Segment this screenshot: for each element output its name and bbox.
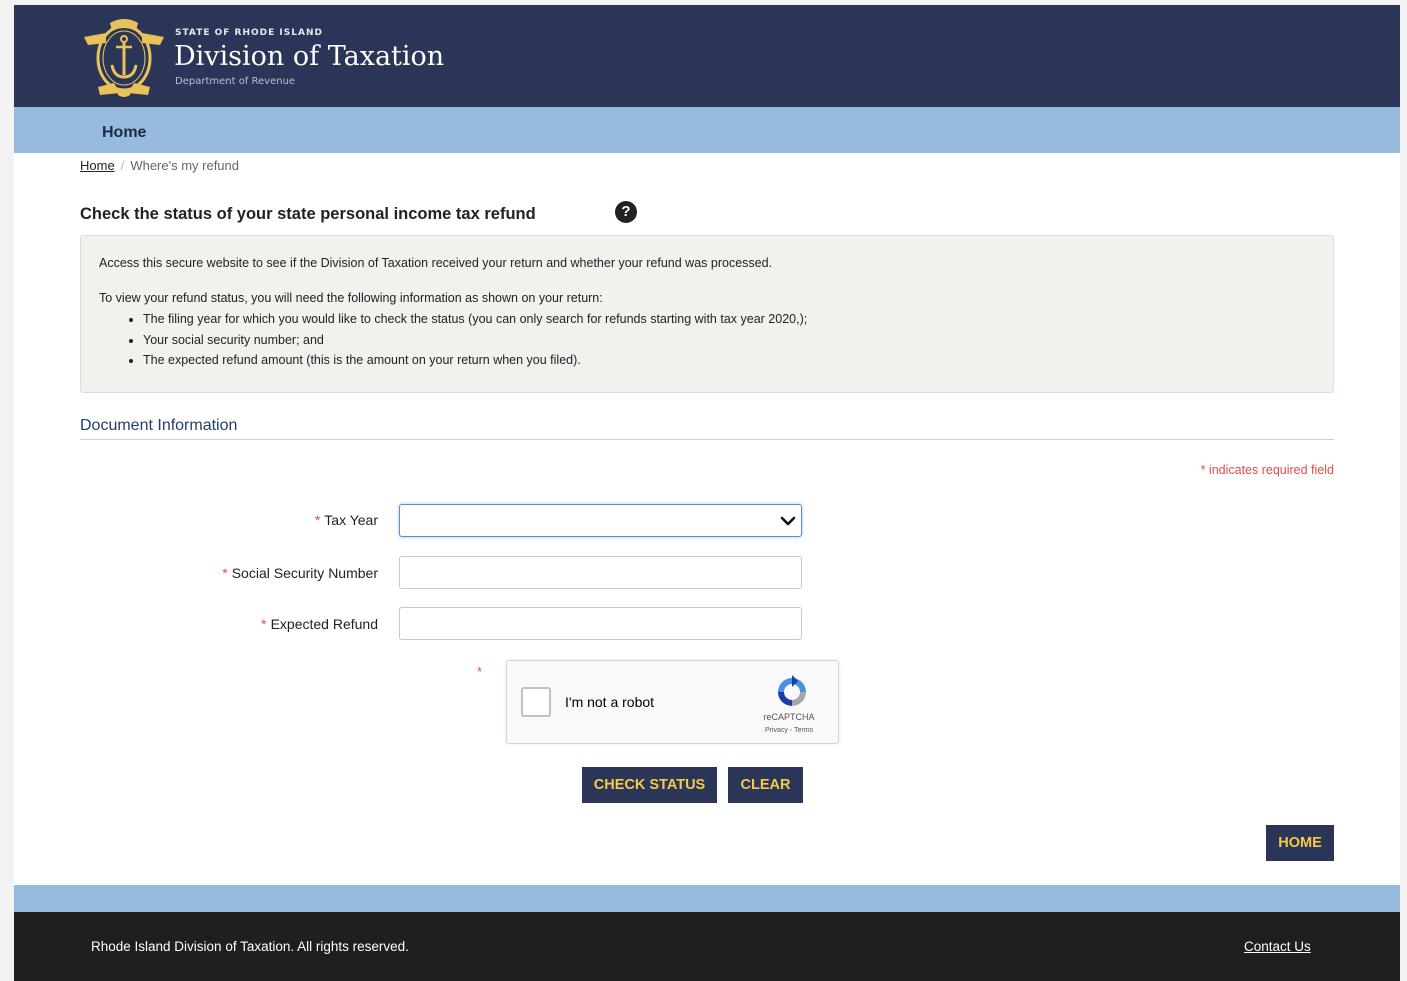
recaptcha-logo-icon (778, 675, 806, 706)
tax-year-label: * Tax Year (78, 512, 378, 528)
info-intro: Access this secure website to see if the… (99, 256, 773, 270)
contact-us-link[interactable]: Contact Us (1244, 939, 1311, 954)
recaptcha-privacy-terms[interactable]: Privacy - Terms (749, 727, 829, 734)
ssn-label: * Social Security Number (78, 565, 378, 581)
check-status-button[interactable]: CHECK STATUS (582, 767, 717, 803)
question-circle-icon[interactable]: ? (615, 201, 637, 223)
tax-year-label-text: Tax Year (324, 512, 378, 528)
footer-copyright: Rhode Island Division of Taxation. All r… (91, 939, 409, 954)
info-box: Access this secure website to see if the… (80, 235, 1334, 393)
required-mark: * (314, 512, 321, 528)
site-header: STATE OF RHODE ISLAND Division of Taxati… (14, 5, 1400, 107)
info-lead: To view your refund status, you will nee… (99, 291, 603, 305)
info-list: The filing year for which you would like… (99, 309, 1315, 371)
site-footer: Rhode Island Division of Taxation. All r… (14, 912, 1400, 981)
breadcrumb-home-link[interactable]: Home (80, 158, 115, 173)
breadcrumb: Home / Where's my refund (80, 158, 239, 173)
captcha-required-mark: * (477, 664, 483, 679)
rhode-island-seal-logo[interactable] (80, 13, 168, 99)
expected-refund-label: * Expected Refund (78, 616, 378, 632)
recaptcha-label: I'm not a robot (565, 694, 655, 710)
tax-year-select[interactable] (399, 504, 802, 537)
required-field-note: * indicates required field (1200, 463, 1334, 477)
section-divider (80, 439, 1334, 440)
clear-button[interactable]: CLEAR (728, 767, 803, 803)
ssn-label-text: Social Security Number (231, 565, 378, 581)
breadcrumb-current: Where's my refund (130, 158, 239, 173)
recaptcha-checkbox[interactable] (521, 687, 551, 717)
breadcrumb-separator: / (120, 158, 125, 173)
page-title: Check the status of your state personal … (80, 205, 536, 223)
recaptcha-brand: reCAPTCHA (763, 712, 815, 722)
ssn-input[interactable] (399, 556, 802, 589)
footer-band (14, 885, 1400, 912)
state-name: STATE OF RHODE ISLAND (175, 28, 323, 38)
required-mark: * (222, 565, 228, 581)
required-mark: * (261, 616, 267, 632)
info-list-item: The filing year for which you would like… (143, 309, 1315, 330)
expected-refund-input[interactable] (399, 607, 802, 640)
division-title: Division of Taxation (174, 41, 445, 72)
department-subtitle: Department of Revenue (175, 76, 296, 87)
page: STATE OF RHODE ISLAND Division of Taxati… (14, 5, 1400, 981)
section-title: Document Information (80, 417, 238, 434)
recaptcha-widget: I'm not a robot reCAPTCHA Privacy - Term… (506, 660, 839, 744)
expected-refund-label-text: Expected Refund (270, 616, 378, 632)
info-list-item: The expected refund amount (this is the … (143, 350, 1315, 371)
nav-home-link[interactable]: Home (102, 124, 146, 142)
nav-bar: Home (14, 107, 1400, 153)
info-list-item: Your social security number; and (143, 330, 1315, 351)
home-button[interactable]: HOME (1266, 825, 1334, 861)
